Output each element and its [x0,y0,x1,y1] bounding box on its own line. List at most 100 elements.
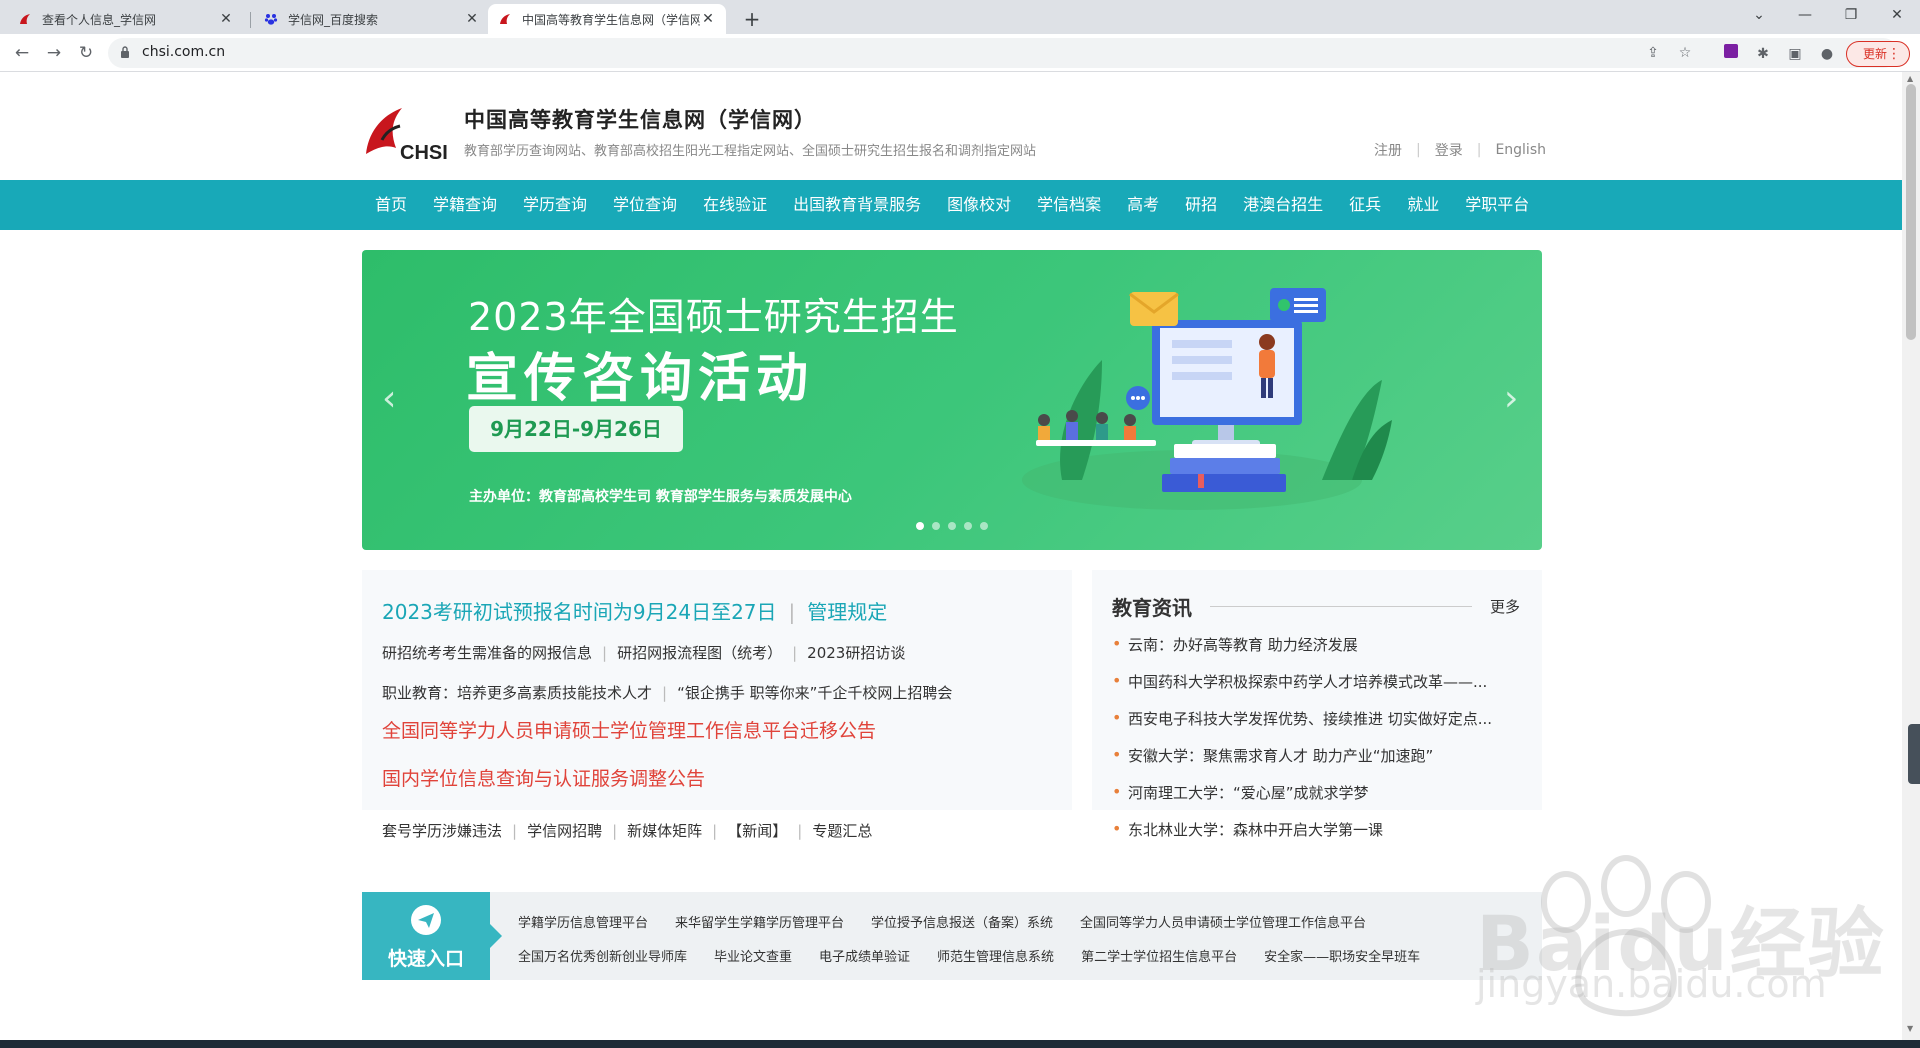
tab-close-icon[interactable]: ✕ [464,11,480,27]
quick-link[interactable]: 安全家——职场安全早班车 [1264,946,1420,965]
news-link[interactable]: 研招统考考生需准备的网报信息 [382,644,592,662]
list-item[interactable]: 西安电子科技大学发挥优势、接续推进 切实做好定点... [1112,708,1522,745]
nav-item-degree[interactable]: 学位查询 [600,180,690,230]
update-button[interactable]: 更新 ⋮ [1846,41,1910,67]
link-divider: | [1416,142,1421,158]
list-item[interactable]: 中国药科大学积极探索中药学人才培养模式改革——... [1112,671,1522,708]
list-item[interactable]: 东北林业大学：森林中开启大学第一课 [1112,819,1522,856]
list-item[interactable]: 安徽大学：聚焦需求育人才 助力产业“加速跑” [1112,745,1522,782]
logo-text: CHSI [400,142,448,164]
headline-link[interactable]: 2023考研初试预报名时间为9月24日至27日 [382,600,777,624]
minimize-button[interactable]: — [1782,0,1828,30]
news-link[interactable]: 职业教育：培养更多高素质技能技术人才 [382,684,652,702]
address-bar[interactable]: chsi.com.cn ⇪ ☆ [108,38,1916,68]
notice-link[interactable]: 全国同等学力人员申请硕士学位管理工作信息平台迁移公告 [382,716,876,743]
notice-link[interactable]: 国内学位信息查询与认证服务调整公告 [382,764,705,791]
scroll-down-arrow-icon[interactable]: ▼ [1907,1024,1913,1033]
omnibox-field[interactable]: chsi.com.cn ⇪ ☆ [108,38,1898,68]
profile-avatar-icon[interactable]: ● [1816,43,1838,65]
share-icon[interactable]: ⇪ [1642,42,1664,64]
tab-title: 学信网_百度搜索 [288,12,379,27]
banner-date-badge: 9月22日-9月26日 [469,406,683,452]
misc-link[interactable]: 新媒体矩阵 [627,822,702,840]
forward-arrow-icon[interactable]: → [40,39,68,67]
scroll-up-arrow-icon[interactable]: ▲ [1907,74,1913,83]
list-item[interactable]: 云南：办好高等教育 助力经济发展 [1112,634,1522,671]
quick-link[interactable]: 全国同等学力人员申请硕士学位管理工作信息平台 [1080,912,1366,931]
more-menu-icon[interactable]: ⋮ [1887,42,1901,66]
banner-next-arrow-icon[interactable]: › [1504,378,1518,419]
nav-item-yanzhao[interactable]: 研招 [1172,180,1230,230]
quick-link[interactable]: 电子成绩单验证 [819,946,910,965]
quick-link[interactable]: 第二学士学位招生信息平台 [1081,946,1237,965]
more-link[interactable]: 更多 [1490,596,1520,617]
quick-link[interactable]: 师范生管理信息系统 [937,946,1054,965]
nav-item-overseas[interactable]: 出国教育背景服务 [780,180,934,230]
nav-item-home[interactable]: 首页 [362,180,420,230]
extension-translate-icon[interactable] [1720,43,1742,65]
tab-title: 查看个人信息_学信网 [42,12,157,27]
side-panel-icon[interactable]: ▣ [1784,43,1806,65]
tab-close-icon[interactable]: ✕ [218,11,234,27]
lock-icon [121,46,129,58]
nav-item-gaokao[interactable]: 高考 [1114,180,1172,230]
watermark-subtext: jingyan.baidu.com [1476,962,1827,1006]
close-window-button[interactable]: ✕ [1874,0,1920,30]
news-link[interactable]: 2023研招访谈 [807,644,905,662]
list-item[interactable]: 河南理工大学：“爱心屋”成就求学梦 [1112,782,1522,819]
register-link[interactable]: 注册 [1374,140,1402,160]
banner-dot[interactable] [964,522,972,530]
quick-link[interactable]: 毕业论文查重 [714,946,792,965]
banner-dot[interactable] [932,522,940,530]
browser-tab[interactable]: 学信网_百度搜索 ✕ [254,4,490,34]
rules-link[interactable]: 管理规定 [807,600,887,624]
page-scrollbar[interactable]: ▲ ▼ [1902,72,1920,1040]
misc-link[interactable]: 【新闻】 [727,822,787,840]
browser-tab-strip: 查看个人信息_学信网 ✕ 学信网_百度搜索 ✕ 中国高等教育学生信息网（学信网 … [0,0,1920,34]
english-link[interactable]: English [1495,142,1546,158]
misc-link[interactable]: 专题汇总 [812,822,872,840]
quick-entry-bar: 快速入口 学籍学历信息管理平台 来华留学生学籍学历管理平台 学位授予信息报送（备… [362,892,1542,980]
side-float-widget[interactable] [1908,724,1920,784]
nav-item-degree-record[interactable]: 学历查询 [510,180,600,230]
reload-icon[interactable]: ↻ [72,39,100,67]
tab-divider [250,12,251,28]
banner-illustration [1022,288,1392,510]
misc-link[interactable]: 套号学历涉嫌违法 [382,822,502,840]
nav-item-verify[interactable]: 在线验证 [690,180,780,230]
banner-dot[interactable] [916,522,924,530]
banner-dot[interactable] [948,522,956,530]
nav-item-career[interactable]: 学职平台 [1452,180,1542,230]
link-divider: | [788,600,796,624]
bookmark-star-icon[interactable]: ☆ [1674,42,1696,64]
nav-item-jobs[interactable]: 就业 [1394,180,1452,230]
tab-close-icon[interactable]: ✕ [700,11,716,27]
browser-tab-active[interactable]: 中国高等教育学生信息网（学信网 ✕ [488,4,726,34]
banner-dot[interactable] [980,522,988,530]
misc-link[interactable]: 学信网招聘 [527,822,602,840]
nav-item-military[interactable]: 征兵 [1336,180,1394,230]
scroll-thumb[interactable] [1906,84,1916,340]
browser-tab[interactable]: 查看个人信息_学信网 ✕ [8,4,244,34]
promo-banner[interactable]: 2023年全国硕士研究生招生 宣传咨询活动 9月22日-9月26日 主办单位：教… [362,250,1542,550]
quick-link[interactable]: 学位授予信息报送（备案）系统 [871,912,1053,931]
nav-item-archive[interactable]: 学信档案 [1024,180,1114,230]
nav-item-hk-mo-tw[interactable]: 港澳台招生 [1230,180,1336,230]
nav-item-student-status[interactable]: 学籍查询 [420,180,510,230]
news-link[interactable]: 研招网报流程图（统考） [617,644,782,662]
quick-link[interactable]: 学籍学历信息管理平台 [518,912,648,931]
tab-search-chevron-icon[interactable]: ⌄ [1736,0,1782,30]
login-link[interactable]: 登录 [1435,140,1463,160]
nav-item-photo[interactable]: 图像校对 [934,180,1024,230]
back-arrow-icon[interactable]: ← [8,39,36,67]
quick-link[interactable]: 全国万名优秀创新创业导师库 [518,946,687,965]
restore-button[interactable]: ❐ [1828,0,1874,30]
banner-prev-arrow-icon[interactable]: ‹ [382,378,396,419]
new-tab-button[interactable]: + [738,6,766,34]
news-link[interactable]: “银企携手 职等你来”千企千校网上招聘会 [677,684,952,702]
misc-link-row: 套号学历涉嫌违法 | 学信网招聘 | 新媒体矩阵 | 【新闻】 | 专题汇总 [382,820,872,841]
chsi-logo[interactable]: CHSI [362,104,454,164]
url-text[interactable]: chsi.com.cn [142,44,225,60]
extensions-puzzle-icon[interactable]: ✱ [1752,43,1774,65]
quick-link[interactable]: 来华留学生学籍学历管理平台 [675,912,844,931]
